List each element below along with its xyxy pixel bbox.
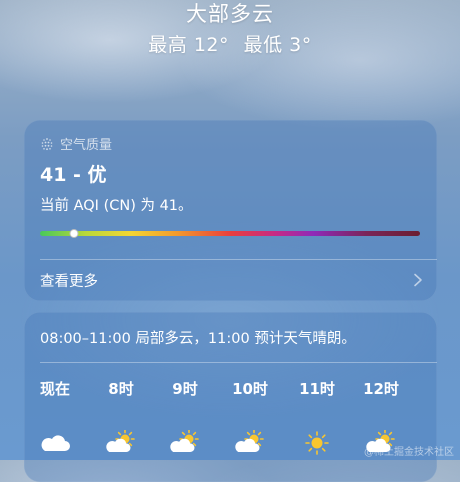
watermark: @稀土掘金技术社区 xyxy=(364,447,454,458)
partly-sunny-icon xyxy=(106,429,136,456)
air-quality-header: 空气质量 xyxy=(40,134,112,153)
see-more-label: 查看更多 xyxy=(40,273,98,290)
hour-label: 现在 xyxy=(39,380,70,398)
air-quality-dots-icon xyxy=(41,137,53,150)
air-quality-title: 空气质量 xyxy=(60,138,113,153)
hour-label: 12时 xyxy=(363,380,399,398)
partly-sunny-icon xyxy=(170,429,200,456)
hour-label: 11时 xyxy=(299,380,335,398)
cloud-icon xyxy=(40,430,70,456)
low-temperature: 最低 3° xyxy=(243,34,312,56)
partly-sunny-icon xyxy=(235,429,265,456)
weather-condition: 大部多云 xyxy=(186,2,274,26)
air-quality-card[interactable]: 空气质量 41 - 优 当前 AQI (CN) 为 41。 查看更多 xyxy=(24,120,437,301)
aqi-scale-bar xyxy=(40,229,420,238)
high-low-temperature: 最高 12° 最低 3° xyxy=(0,30,460,57)
see-more-button[interactable]: 查看更多 xyxy=(40,268,423,292)
aqi-description: 当前 AQI (CN) 为 41。 xyxy=(40,198,193,214)
hour-label: 8时 xyxy=(108,380,134,398)
chevron-right-icon xyxy=(414,273,422,287)
hour-label: 10时 xyxy=(232,380,268,398)
high-temperature: 最高 12° xyxy=(148,34,230,56)
aqi-value: 41 - 优 xyxy=(40,164,107,186)
divider xyxy=(40,259,437,260)
sun-icon xyxy=(302,430,332,456)
aqi-indicator-dot xyxy=(69,229,79,238)
hour-label: 9时 xyxy=(172,380,198,398)
divider xyxy=(40,362,437,363)
forecast-summary: 08:00–11:00 局部多云，11:00 预计天气晴朗。 xyxy=(40,331,356,347)
